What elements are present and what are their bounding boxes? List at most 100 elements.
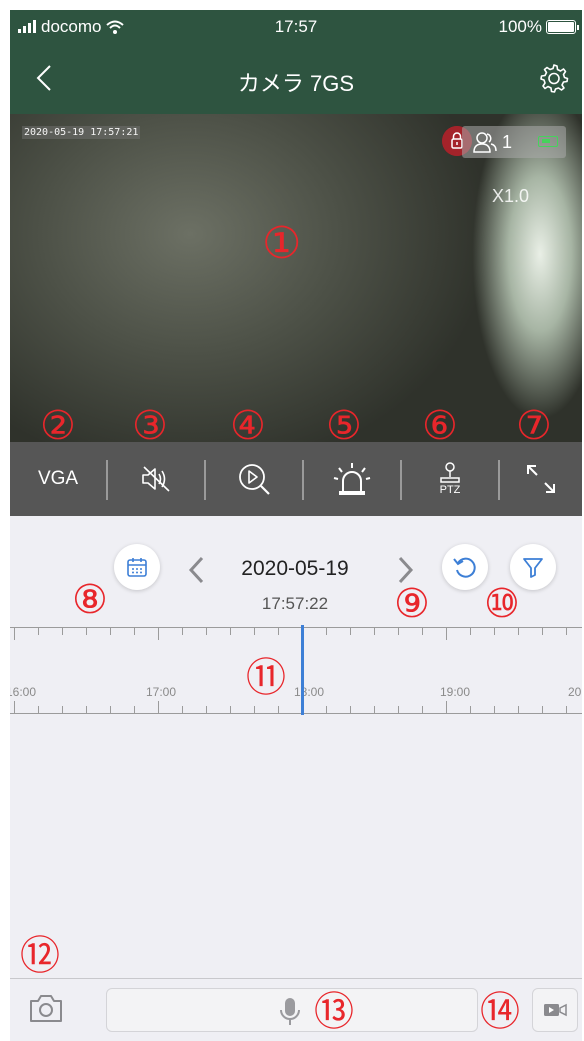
ptz-button[interactable]: PTZ xyxy=(402,442,498,516)
timeline-tick xyxy=(62,706,63,713)
camera-icon[interactable] xyxy=(28,992,64,1024)
timeline-tick xyxy=(470,628,471,635)
callout-10: ⑩ xyxy=(484,581,520,627)
status-time: 17:57 xyxy=(274,17,318,36)
refresh-icon xyxy=(453,557,476,578)
playback-search-icon xyxy=(239,464,270,495)
camera-battery-icon xyxy=(538,136,558,147)
timeline-tick xyxy=(446,628,447,640)
callout-8: ⑧ xyxy=(72,577,108,623)
live-video-view[interactable]: 2020-05-19 17:57:21 1 X1.0 xyxy=(10,114,582,442)
users-icon xyxy=(473,132,497,153)
status-right: 100% xyxy=(498,17,579,37)
timeline-tick xyxy=(62,628,63,635)
filter-icon xyxy=(523,558,543,578)
timeline-tick xyxy=(110,706,111,713)
timeline-tick xyxy=(206,628,207,635)
fullscreen-button[interactable] xyxy=(500,442,582,516)
record-button[interactable] xyxy=(532,988,578,1032)
quality-button[interactable]: VGA xyxy=(10,442,106,516)
timeline-tick xyxy=(470,706,471,713)
timeline-label: 18:00 xyxy=(294,685,325,699)
prev-day-chevron-icon[interactable] xyxy=(186,555,208,585)
timeline-label: 16:00 xyxy=(10,685,37,699)
timeline-label: 20 xyxy=(568,685,582,699)
page-title: カメラ 7GS xyxy=(237,71,355,96)
timeline-bottom-rule xyxy=(10,713,582,714)
alarm-button[interactable] xyxy=(304,442,400,516)
timeline-tick xyxy=(518,706,519,713)
timeline-tick xyxy=(566,628,567,635)
callout-9: ⑨ xyxy=(394,581,430,627)
timeline-tick xyxy=(566,706,567,713)
timeline-tick xyxy=(158,628,159,640)
timeline-tick xyxy=(374,628,375,635)
timeline-tick xyxy=(542,706,543,713)
filter-button[interactable] xyxy=(510,544,556,590)
callout-14: ⑭ xyxy=(480,989,520,1035)
playback-search-button[interactable] xyxy=(206,442,302,516)
timeline-tick xyxy=(254,706,255,713)
timeline-tick xyxy=(86,706,87,713)
timeline-tick xyxy=(182,706,183,713)
timeline-tick xyxy=(374,706,375,713)
timeline-tick xyxy=(278,628,279,635)
calendar-icon xyxy=(127,558,147,577)
nav-bar: カメラ 7GS xyxy=(10,50,582,106)
timeline-top-rule xyxy=(10,627,582,628)
battery-percent: 100% xyxy=(498,17,542,36)
timeline-tick xyxy=(254,628,255,635)
timeline-cursor[interactable] xyxy=(301,625,304,715)
gear-icon[interactable] xyxy=(538,62,570,94)
viewer-count: 1 xyxy=(502,132,513,152)
timeline-scrubber[interactable]: 16:00 17:00 18:00 19:00 20 xyxy=(10,625,582,715)
app-screen: docomo 17:57 100% カメラ 7GS 2020-05-19 17:… xyxy=(10,10,582,1041)
timeline-tick xyxy=(422,628,423,635)
timeline-tick xyxy=(350,628,351,635)
calendar-button[interactable] xyxy=(114,544,160,590)
timeline-tick xyxy=(14,628,15,640)
timeline-tick xyxy=(398,628,399,635)
timeline-tick xyxy=(326,706,327,713)
ptz-label: PTZ xyxy=(439,484,461,496)
refresh-button[interactable] xyxy=(442,544,488,590)
timeline-tick xyxy=(182,628,183,635)
timeline-tick xyxy=(422,706,423,713)
alarm-siren-icon xyxy=(333,463,371,495)
timeline-label: 19:00 xyxy=(440,685,471,699)
timeline-tick xyxy=(326,628,327,635)
mute-icon xyxy=(142,466,170,492)
top-bar: docomo 17:57 100% カメラ 7GS xyxy=(10,10,582,114)
timeline-tick xyxy=(38,706,39,713)
timeline-tick xyxy=(158,701,159,713)
timeline-tick xyxy=(494,628,495,635)
timeline-tick xyxy=(494,706,495,713)
timeline-tick xyxy=(278,706,279,713)
quality-label: VGA xyxy=(37,468,79,489)
timeline-tick xyxy=(86,628,87,635)
timeline-tick xyxy=(110,628,111,635)
timeline-tick xyxy=(398,706,399,713)
video-timestamp: 2020-05-19 17:57:21 xyxy=(22,126,141,139)
talk-button[interactable] xyxy=(106,988,478,1032)
zoom-level: X1.0 xyxy=(492,186,530,206)
timeline-tick xyxy=(350,706,351,713)
playback-time: 17:57:22 xyxy=(261,594,329,613)
callout-12: ⑫ xyxy=(20,933,60,979)
timeline-tick xyxy=(14,701,15,713)
ptz-joystick-icon xyxy=(440,462,460,483)
bottom-divider xyxy=(10,978,582,979)
timeline-tick xyxy=(134,706,135,713)
timeline-tick xyxy=(230,628,231,635)
playback-date: 2020-05-19 xyxy=(241,557,349,580)
timeline-tick xyxy=(518,628,519,635)
timeline-tick xyxy=(134,628,135,635)
microphone-icon xyxy=(280,998,300,1025)
timeline-tick xyxy=(542,628,543,635)
next-day-chevron-icon[interactable] xyxy=(394,555,416,585)
timeline-tick xyxy=(446,701,447,713)
timeline-label: 17:00 xyxy=(146,685,177,699)
viewer-badge: 1 xyxy=(462,126,566,158)
control-bar: VGA PTZ xyxy=(10,442,582,516)
mute-button[interactable] xyxy=(108,442,204,516)
